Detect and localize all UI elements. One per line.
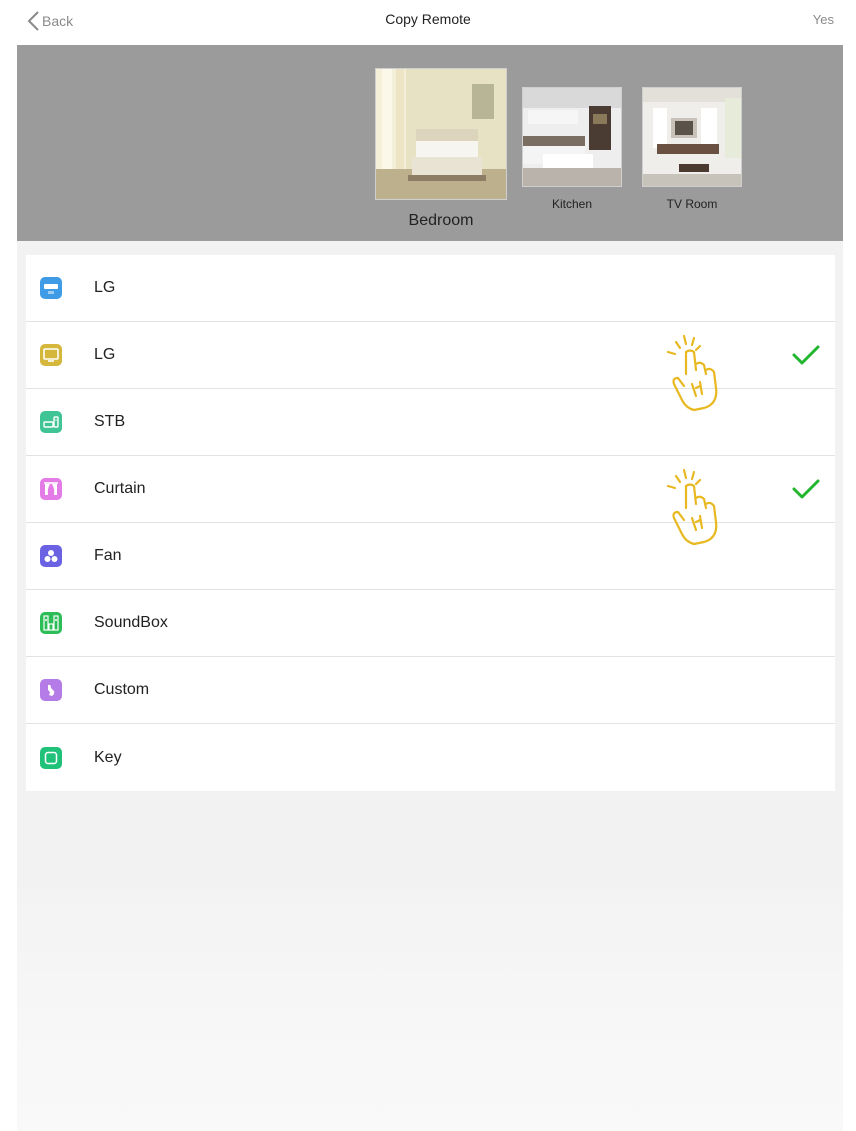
key-icon xyxy=(40,746,62,769)
room-label-tv-room: TV Room xyxy=(666,197,718,211)
room-card-kitchen[interactable]: Kitchen xyxy=(522,87,622,211)
tv-room-image xyxy=(642,87,742,187)
room-card-tv-room[interactable]: TV Room xyxy=(642,87,742,211)
device-row-custom[interactable]: Custom xyxy=(26,657,835,724)
device-label: STB xyxy=(94,413,126,430)
room-label-bedroom: Bedroom xyxy=(408,212,474,229)
set-top-box-icon xyxy=(40,411,62,433)
check-icon xyxy=(792,345,820,365)
room-card-bedroom[interactable]: Bedroom xyxy=(375,68,507,230)
air-conditioner-icon xyxy=(40,277,62,299)
device-label: LG xyxy=(94,279,116,296)
room-selector: Bedroom Kitchen TV Room xyxy=(17,45,843,241)
speaker-icon xyxy=(40,612,62,634)
room-label-kitchen: Kitchen xyxy=(551,197,593,211)
check-icon xyxy=(792,479,820,499)
device-row-lg-tv[interactable]: LG xyxy=(26,322,835,412)
kitchen-image xyxy=(522,87,622,187)
bedroom-image xyxy=(375,68,507,200)
page-title: Copy Remote xyxy=(385,11,471,27)
device-row-soundbox[interactable]: SoundBox xyxy=(26,590,835,657)
device-label: Key xyxy=(94,748,122,766)
curtain-icon xyxy=(40,478,62,500)
device-row-stb[interactable]: STB xyxy=(26,389,835,456)
confirm-button[interactable]: Yes xyxy=(813,12,834,27)
tv-icon xyxy=(40,344,62,366)
device-label: Custom xyxy=(94,681,150,698)
device-label: LG xyxy=(94,346,116,363)
device-label: Fan xyxy=(94,547,122,564)
device-row-fan[interactable]: Fan xyxy=(26,523,835,590)
device-label: Curtain xyxy=(94,480,146,497)
device-row-curtain[interactable]: Curtain xyxy=(26,456,835,546)
fan-icon xyxy=(40,545,62,567)
device-row-lg-ac[interactable]: LG xyxy=(26,255,835,322)
device-list: LG LG STB Curtain Fan SoundBox Custom Ke… xyxy=(26,255,835,791)
device-row-key[interactable]: Key xyxy=(26,724,835,791)
device-label: SoundBox xyxy=(94,614,168,631)
custom-icon xyxy=(40,679,62,701)
navigation-bar: Back Copy Remote Yes xyxy=(0,0,856,44)
